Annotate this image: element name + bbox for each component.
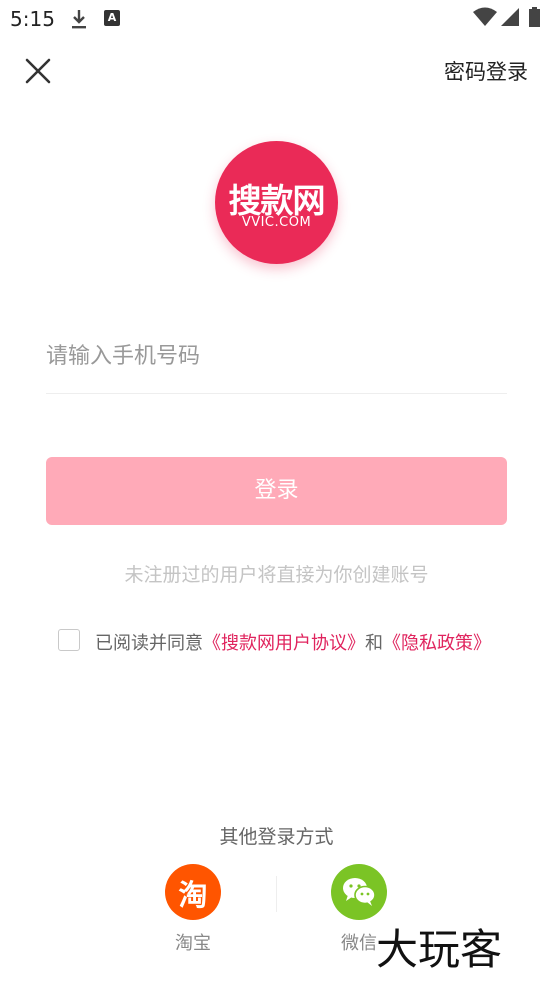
- login-button[interactable]: 登录: [46, 457, 507, 525]
- privacy-policy-link[interactable]: 《隐私政策》: [383, 633, 491, 654]
- battery-icon: [529, 7, 540, 27]
- register-hint: 未注册过的用户将直接为你创建账号: [124, 564, 429, 586]
- password-login-button[interactable]: 密码登录: [444, 56, 528, 86]
- close-icon[interactable]: [22, 55, 54, 87]
- input-underline: [46, 393, 507, 394]
- taobao-label: 淘宝: [175, 933, 211, 954]
- status-time: 5:15: [10, 7, 55, 31]
- taobao-login-button[interactable]: 淘: [165, 864, 221, 920]
- wechat-icon: [343, 878, 376, 906]
- wifi-icon: [473, 7, 497, 26]
- agreement-conjunction: 和: [365, 633, 383, 654]
- a-icon: A: [104, 10, 120, 26]
- taobao-icon: 淘: [178, 878, 208, 912]
- download-icon: [72, 10, 86, 29]
- wechat-login-button[interactable]: [331, 864, 387, 920]
- status-bar: 5:15 A: [0, 0, 553, 38]
- phone-input[interactable]: [46, 332, 507, 380]
- login-options-divider: [276, 876, 277, 912]
- watermark: 大玩客: [376, 925, 503, 974]
- logo-brand-en: VVIC.COM: [241, 215, 312, 230]
- agreement-prefix: 已阅读并同意: [95, 633, 203, 654]
- agreement-checkbox[interactable]: [58, 629, 80, 651]
- user-agreement-link[interactable]: 《搜款网用户协议》: [203, 633, 365, 654]
- signal-icon: [501, 8, 519, 26]
- agreement-text: 已阅读并同意《搜款网用户协议》和《隐私政策》: [95, 629, 491, 655]
- app-logo: 搜款网 VVIC.COM: [215, 141, 338, 264]
- other-login-title: 其他登录方式: [219, 826, 334, 848]
